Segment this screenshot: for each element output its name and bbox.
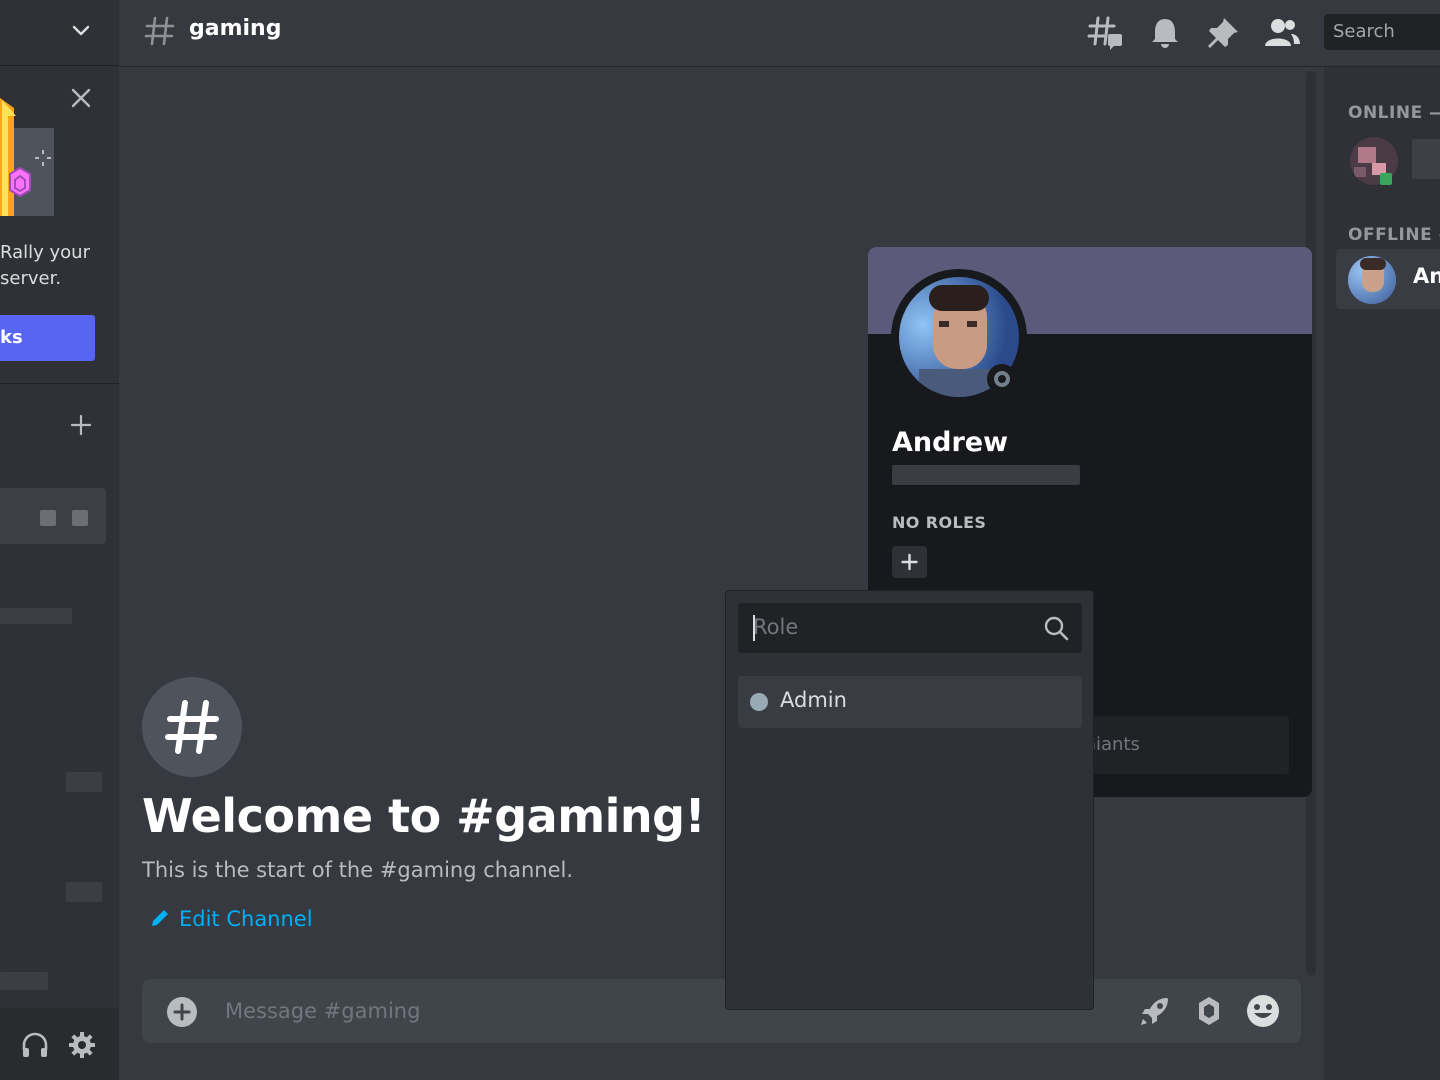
- pencil-icon: [152, 910, 168, 926]
- online-status-icon: [1380, 173, 1392, 185]
- hashtag-icon: [144, 16, 175, 46]
- role-search-placeholder: Role: [753, 615, 799, 639]
- boost-promo-illustration: [0, 98, 54, 216]
- plus-circle-icon[interactable]: [166, 996, 198, 1028]
- channel-header: gaming Search: [119, 0, 1440, 67]
- redacted-username: [0, 972, 48, 990]
- user-panel: [0, 1008, 119, 1080]
- profile-avatar[interactable]: [891, 269, 1027, 405]
- search-icon: [1044, 616, 1069, 641]
- role-option-label: Admin: [780, 688, 847, 712]
- promo-text: Rally your server.: [0, 242, 90, 289]
- search-input[interactable]: Search: [1324, 14, 1440, 50]
- redacted-content: [72, 510, 88, 526]
- member-name[interactable]: An: [1413, 264, 1440, 288]
- threads-icon[interactable]: [1086, 14, 1124, 52]
- channel-sidebar: Rally your server. ks: [0, 0, 119, 1080]
- member-list: ONLINE — OFFLINE — An: [1324, 67, 1440, 1080]
- emoji-icon[interactable]: [1245, 993, 1281, 1029]
- redacted-username: [1412, 139, 1440, 179]
- boost-icon[interactable]: [1137, 993, 1173, 1029]
- plus-icon: [901, 553, 918, 571]
- headphones-icon[interactable]: [20, 1030, 50, 1060]
- chevron-down-icon[interactable]: [70, 20, 92, 42]
- add-role-button[interactable]: [892, 546, 927, 578]
- member-avatar[interactable]: [1348, 256, 1396, 304]
- members-icon[interactable]: [1263, 14, 1301, 52]
- channel-item-selected[interactable]: [0, 488, 106, 544]
- redacted-avatar: [66, 882, 102, 902]
- role-picker-popout: Role Admin: [725, 590, 1094, 1010]
- role-option-admin[interactable]: Admin: [738, 676, 1082, 728]
- offline-status-icon: [987, 364, 1017, 394]
- edit-channel-link[interactable]: Edit Channel: [149, 907, 313, 931]
- channel-title: gaming: [189, 16, 282, 41]
- redacted-username-tag: [892, 465, 1080, 485]
- hashtag-icon: [165, 700, 219, 754]
- plus-icon[interactable]: [70, 414, 92, 436]
- gear-icon[interactable]: [67, 1030, 97, 1060]
- role-color-dot: [750, 693, 768, 711]
- online-header: ONLINE —: [1348, 103, 1440, 123]
- redacted-channel-name: [0, 608, 72, 624]
- redacted-avatar: [66, 772, 102, 792]
- pin-icon[interactable]: [1204, 14, 1242, 52]
- welcome-subtitle: This is the start of the #gaming channel…: [142, 858, 573, 882]
- profile-name: Andrew: [892, 427, 1009, 458]
- roles-header: NO ROLES: [892, 513, 987, 532]
- bell-icon[interactable]: [1146, 14, 1184, 52]
- nitro-icon[interactable]: [1191, 993, 1227, 1029]
- redacted-content: [40, 510, 56, 526]
- offline-header: OFFLINE —: [1348, 225, 1440, 245]
- message-input[interactable]: Message #gaming: [225, 999, 420, 1023]
- server-header[interactable]: [0, 0, 119, 66]
- promo-button[interactable]: ks: [0, 315, 95, 361]
- divider: [0, 383, 119, 384]
- role-search-input[interactable]: Role: [738, 603, 1082, 653]
- close-icon[interactable]: [68, 85, 94, 111]
- message-composer[interactable]: Message #gaming: [142, 979, 1301, 1043]
- edit-channel-label: Edit Channel: [179, 907, 313, 931]
- channel-hash-avatar: [142, 677, 242, 777]
- welcome-title: Welcome to #gaming!: [142, 789, 706, 843]
